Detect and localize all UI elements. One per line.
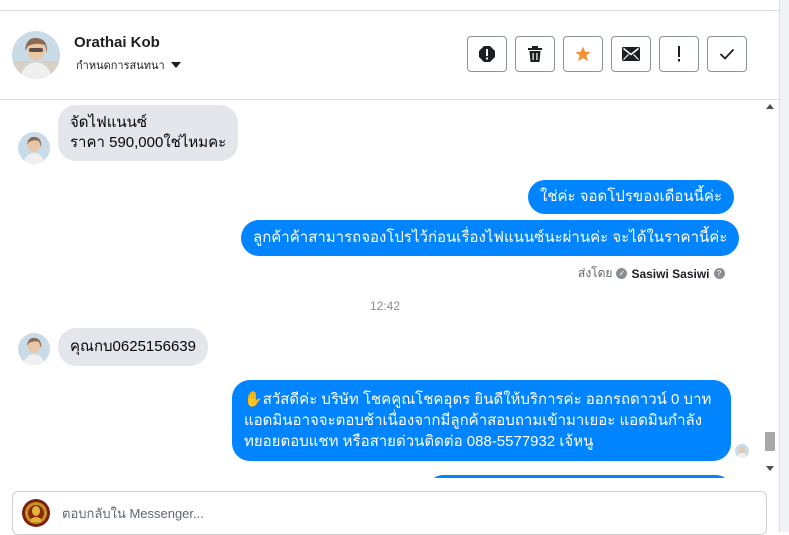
- delete-button[interactable]: [515, 36, 555, 72]
- contact-avatar[interactable]: [12, 31, 60, 79]
- schedule-label: กำหนดการสนทนา: [76, 60, 165, 72]
- help-icon[interactable]: ?: [713, 268, 725, 279]
- incoming-message[interactable]: คุณกบ0625156639: [58, 328, 208, 366]
- follow-up-button[interactable]: [659, 36, 699, 72]
- star-button[interactable]: [563, 36, 603, 72]
- verified-icon: ✓: [616, 268, 628, 279]
- message-text: ใช่ค่ะ จอดโปรของเดือนนี้ค่ะ: [540, 188, 722, 205]
- sender-avatar[interactable]: [18, 333, 50, 365]
- message-thread[interactable]: จัดไฟแนนซ์ ราคา 590,000ใช่ไหมคะ ใช่ค่ะ จ…: [0, 101, 779, 478]
- mark-unread-button[interactable]: [611, 36, 651, 72]
- alert-circle-icon: [479, 46, 495, 62]
- sent-by-label: ส่งโดย: [578, 266, 613, 280]
- outgoing-message[interactable]: ลูกค้าค้าสามารถจองโปรไว้ก่อนเรื่องไฟแนนซ…: [241, 220, 740, 256]
- wave-emoji: ✋: [244, 391, 263, 408]
- sent-by-name[interactable]: Sasiwi Sasiwi: [631, 267, 709, 281]
- done-button[interactable]: [707, 36, 747, 72]
- reply-input[interactable]: [62, 492, 752, 534]
- chevron-down-icon: [170, 62, 181, 68]
- message-timestamp: 12:42: [369, 299, 401, 313]
- outgoing-message[interactable]: ✋สวัสดีค่ะ บริษัท โชคคูณโชคอุดร ยินดีให้…: [232, 380, 731, 461]
- window-top-bar: [0, 0, 779, 11]
- envelope-icon: [622, 47, 640, 61]
- message-text: จัดไฟแนนซ์: [70, 114, 148, 131]
- message-text: แอดมินอาจจะตอบช้าเนื่องจากมีลูกค้าสอบถาม…: [244, 412, 703, 429]
- conversation-schedule-dropdown[interactable]: กำหนดการสนทนา: [76, 56, 181, 74]
- contact-name[interactable]: Orathai Kob: [74, 34, 160, 51]
- conversation-header: Orathai Kob กำหนดการสนทนา: [0, 11, 779, 100]
- message-text: ทยอยตอบแชท หรือสายด่วนติดต่อ 088-5577932…: [244, 433, 594, 450]
- message-text: คุณกบ0625156639: [70, 338, 196, 355]
- message-text: ราคา 590,000ใช่ไหมคะ: [70, 134, 227, 151]
- conversation-actions: [467, 36, 747, 72]
- outgoing-message[interactable]: ใช่ค่ะ จอดโปรของเดือนนี้ค่ะ: [528, 180, 734, 214]
- sent-by-info: ส่งโดย ✓ Sasiwi Sasiwi ?: [578, 264, 725, 283]
- trash-icon: [528, 46, 542, 62]
- composer-area: [0, 478, 779, 535]
- check-icon: [719, 48, 735, 60]
- reply-composer: [12, 491, 767, 535]
- page-avatar: [22, 499, 50, 527]
- sender-avatar[interactable]: [18, 132, 50, 164]
- scroll-down-arrow-icon[interactable]: [766, 466, 774, 471]
- window-right-edge: [779, 0, 789, 532]
- message-text: สวัสดีค่ะ บริษัท โชคคูณโชคอุดร ยินดีให้บ…: [262, 391, 712, 408]
- read-receipt-avatar: [735, 444, 749, 458]
- message-text: ลูกค้าค้าสามารถจองโปรไว้ก่อนเรื่องไฟแนนซ…: [253, 229, 728, 246]
- spam-button[interactable]: [467, 36, 507, 72]
- exclamation-icon: [678, 46, 680, 62]
- scroll-thumb[interactable]: [765, 432, 775, 451]
- star-icon: [575, 46, 591, 62]
- thread-scrollbar[interactable]: [762, 101, 779, 478]
- scroll-up-arrow-icon[interactable]: [766, 104, 774, 109]
- incoming-message[interactable]: จัดไฟแนนซ์ ราคา 590,000ใช่ไหมคะ: [58, 105, 239, 161]
